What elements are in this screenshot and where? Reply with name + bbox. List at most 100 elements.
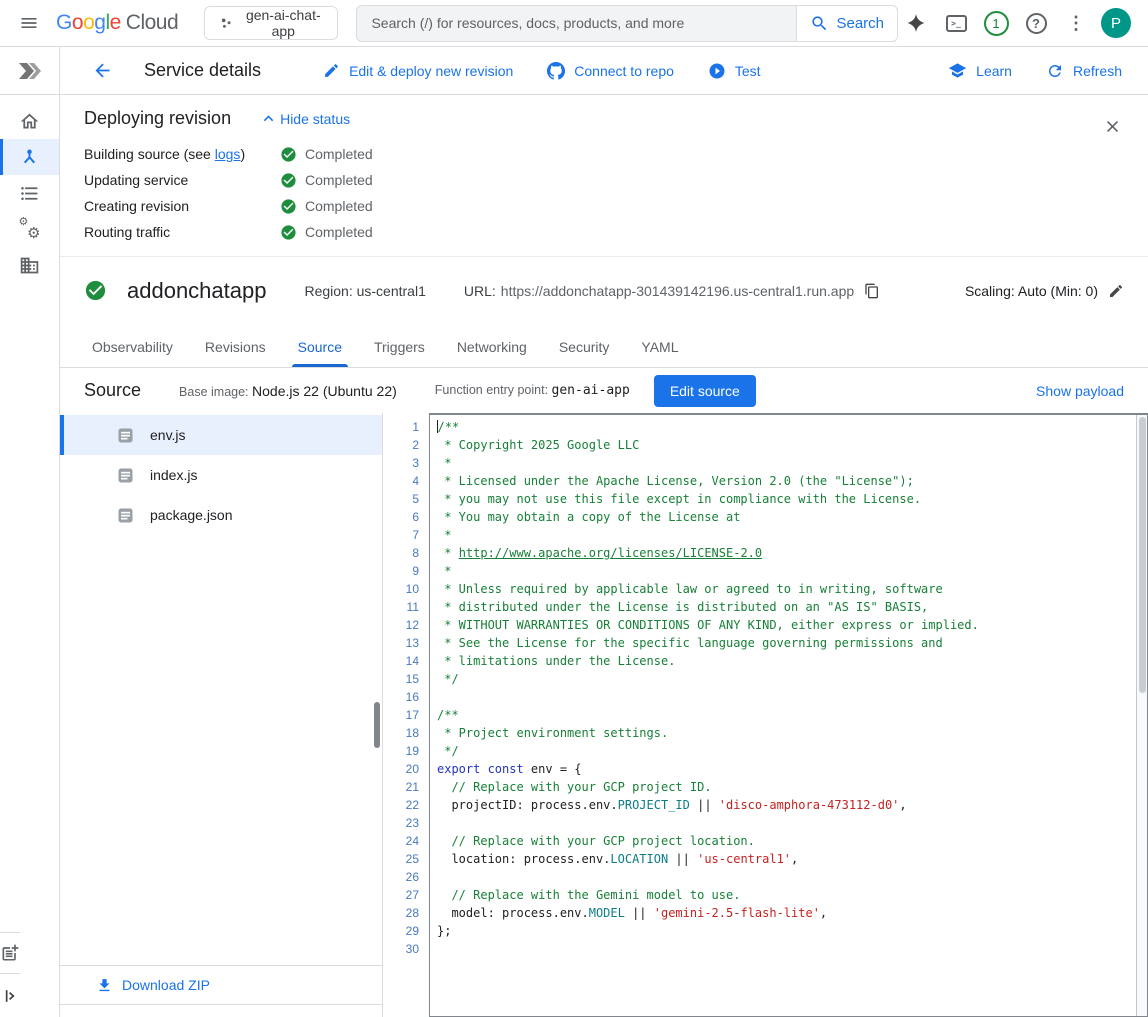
gutter: 1234567891011121314151617181920212223242… [383,413,419,1017]
rail-item-services[interactable] [0,139,59,175]
learn-button[interactable]: Learn [948,61,1012,80]
code-line: // Replace with the Gemini model to use. [437,886,1131,904]
search-button[interactable]: Search [796,5,898,42]
code-line: * Licensed under the Apache License, Ver… [437,472,1131,490]
cloud-shell-button[interactable]: >_ [938,5,974,41]
code-token: 'disco-amphora-473112-d0' [719,798,900,812]
account-button[interactable]: P [1098,5,1134,41]
copy-url-button[interactable] [864,283,880,299]
base-image: Base image: Node.js 22 (Ubuntu 22) [179,383,397,399]
line-number: 26 [383,868,419,886]
notifications-button[interactable]: 1 [978,5,1014,41]
rail-item-list[interactable] [0,175,59,211]
tab-triggers[interactable]: Triggers [358,323,441,367]
edit-scaling-button[interactable] [1108,283,1124,299]
code-line [437,688,1131,706]
code-line: }; [437,922,1131,940]
line-number: 17 [383,706,419,724]
file-item-index.js[interactable]: index.js [60,455,382,495]
hide-status-button[interactable]: Hide status [259,109,350,128]
gemini-sparkle-icon [905,12,927,34]
download-zip-button[interactable]: Download ZIP [60,965,382,1005]
github-icon [547,62,565,80]
pencil-icon [323,62,340,79]
code-lines[interactable]: /** * Copyright 2025 Google LLC * * Lice… [429,413,1148,1017]
code-token: projectID: process.env. [437,798,618,812]
gemini-button[interactable] [898,5,934,41]
editor-scrollbar-thumb[interactable] [1139,417,1146,693]
file-icon-wrap [118,428,133,443]
status-panel-title: Deploying revision [84,108,231,129]
refresh-icon [1046,62,1064,80]
project-selector[interactable]: gen-ai-chat-app [204,6,338,40]
code-token: * Copyright 2025 Google LLC [437,438,639,452]
code-line: * Project environment settings. [437,724,1131,742]
collapse-panel-icon [0,986,20,1006]
main-menu-button[interactable] [14,5,44,41]
close-status-button[interactable] [1094,108,1130,144]
left-nav-rail: ⚙ ⚙ [0,47,60,1017]
tab-source[interactable]: Source [282,323,358,367]
tab-security[interactable]: Security [543,323,626,367]
google-cloud-logo[interactable]: Google Cloud [56,11,178,35]
logo-letter: G [56,11,72,34]
file-name: index.js [150,467,197,483]
code-editor: 1234567891011121314151617181920212223242… [383,413,1148,1017]
check-circle-icon [280,198,297,215]
file-icon-wrap [118,468,133,483]
refresh-button[interactable]: Refresh [1046,62,1122,80]
code-token: * [437,528,451,542]
logs-link[interactable]: logs [215,146,241,162]
entry-point: Function entry point: gen-ai-app [435,383,630,398]
file-item-package.json[interactable]: package.json [60,495,382,535]
project-icon [219,15,233,32]
more-vert-icon: ⋮ [1067,13,1085,34]
service-url[interactable]: https://addonchatapp-301439142196.us-cen… [501,283,854,299]
rail-item-home[interactable] [0,103,59,139]
code-line: * [437,526,1131,544]
code-line: // Replace with your GCP project ID. [437,778,1131,796]
search-button-label: Search [836,15,884,32]
code-token: , [791,852,798,866]
tab-revisions[interactable]: Revisions [189,323,282,367]
scrollbar-thumb[interactable] [374,702,380,748]
code-token: * Project environment settings. [437,726,668,740]
rail-item-domains[interactable] [0,247,59,283]
line-number: 14 [383,652,419,670]
edit-source-button[interactable]: Edit source [654,375,756,407]
tab-yaml[interactable]: YAML [625,323,694,367]
rail-item-settings[interactable]: ⚙ ⚙ [0,211,59,247]
edit-deploy-button[interactable]: Edit & deploy new revision [323,62,513,79]
show-payload-link[interactable]: Show payload [1036,383,1124,399]
service-status-check-icon [84,279,107,302]
line-number: 18 [383,724,419,742]
line-number: 20 [383,760,419,778]
code-token: * Licensed under the Apache License, Ver… [437,474,914,488]
test-button[interactable]: Test [708,62,761,80]
connect-repo-button[interactable]: Connect to repo [547,62,674,80]
help-button[interactable]: ? [1018,5,1054,41]
code-line: * Unless required by applicable law or a… [437,580,1131,598]
file-item-env.js[interactable]: env.js [60,415,382,455]
search-input[interactable] [356,5,796,42]
code-token: model: process.env. [437,906,589,920]
graduation-cap-icon [948,61,967,80]
page-title: Service details [144,60,261,81]
line-number: 16 [383,688,419,706]
line-number: 21 [383,778,419,796]
project-name: gen-ai-chat-app [243,7,323,39]
tab-networking[interactable]: Networking [441,323,543,367]
code-line: * distributed under the License is distr… [437,598,1131,616]
tab-observability[interactable]: Observability [76,323,189,367]
file-icon [118,508,133,523]
edit-deploy-label: Edit & deploy new revision [349,63,513,79]
code-line: // Replace with your GCP project locatio… [437,832,1131,850]
search-bar: Search [356,5,898,42]
editor-scrollbar[interactable] [1136,415,1147,1016]
entry-point-label: Function entry point: [435,383,548,397]
collapse-nav-button[interactable] [0,973,20,1017]
deploy-status-panel: Deploying revision Hide status Building … [60,96,1148,257]
release-notes-button[interactable] [0,932,20,973]
back-button[interactable] [84,53,120,89]
more-options-button[interactable]: ⋮ [1058,5,1094,41]
